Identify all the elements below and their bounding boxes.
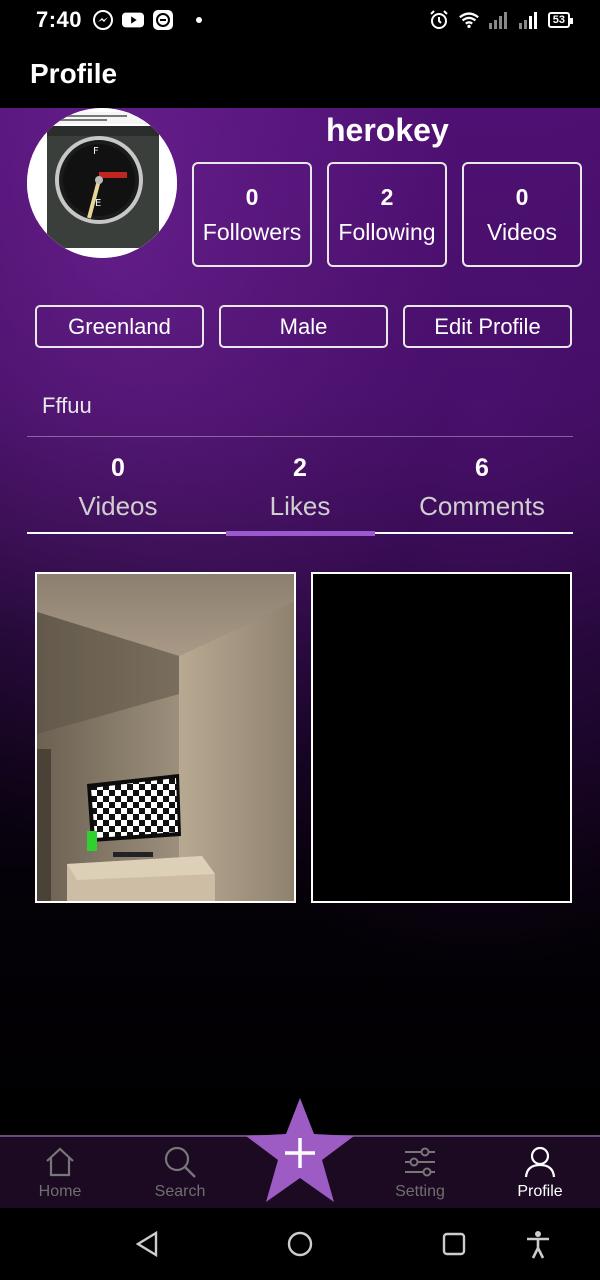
tab-videos-count: 0 bbox=[111, 454, 125, 482]
accessibility-icon[interactable] bbox=[524, 1230, 552, 1260]
followers-stat[interactable]: 0 Followers bbox=[192, 162, 312, 267]
signal-icon-2 bbox=[518, 9, 540, 31]
nav-profile-label: Profile bbox=[517, 1183, 563, 1200]
svg-text:E: E bbox=[95, 198, 101, 209]
following-count: 2 bbox=[380, 183, 394, 210]
videos-stat[interactable]: 0 Videos bbox=[462, 162, 582, 267]
tab-comments-count: 6 bbox=[475, 454, 489, 482]
tab-likes-count: 2 bbox=[293, 454, 307, 482]
system-status-icons: 53 bbox=[428, 9, 574, 31]
nav-setting-label: Setting bbox=[395, 1183, 445, 1200]
following-stat[interactable]: 2 Following bbox=[327, 162, 447, 267]
nav-home-label: Home bbox=[38, 1183, 82, 1200]
location-pill[interactable]: Greenland bbox=[35, 305, 204, 348]
app-header: Profile bbox=[0, 40, 600, 108]
recents-icon[interactable] bbox=[441, 1230, 467, 1258]
divider bbox=[27, 436, 573, 437]
tab-comments-label: Comments bbox=[419, 491, 545, 521]
wifi-icon bbox=[458, 9, 480, 31]
home-icon bbox=[46, 1147, 74, 1177]
signal-icon-1 bbox=[488, 9, 510, 31]
videos-label: Videos bbox=[487, 218, 557, 245]
profile-icon bbox=[524, 1146, 556, 1178]
nav-setting[interactable]: Setting bbox=[360, 1137, 480, 1208]
avatar-image: F E bbox=[27, 108, 177, 258]
tab-comments[interactable]: 6 Comments bbox=[391, 452, 573, 536]
nav-search-label: Search bbox=[154, 1183, 206, 1200]
tab-videos-label: Videos bbox=[78, 491, 158, 521]
status-bar: 7:40 53 bbox=[0, 0, 600, 40]
search-icon bbox=[164, 1146, 196, 1178]
tab-likes-label: Likes bbox=[269, 491, 331, 521]
active-tab-indicator bbox=[226, 531, 375, 536]
settings-sliders-icon bbox=[405, 1147, 435, 1177]
avatar[interactable]: F E bbox=[27, 108, 177, 258]
app-notification-icon bbox=[152, 9, 174, 31]
bio-text: Fffuu bbox=[42, 393, 92, 418]
followers-label: Followers bbox=[202, 218, 302, 245]
videos-count: 0 bbox=[515, 183, 529, 210]
add-video-button[interactable] bbox=[244, 1098, 356, 1203]
youtube-icon bbox=[122, 9, 145, 31]
gender-pill[interactable]: Male bbox=[219, 305, 388, 348]
followers-count: 0 bbox=[245, 183, 259, 210]
tab-likes[interactable]: 2 Likes bbox=[209, 452, 391, 536]
username: herokey bbox=[326, 112, 449, 148]
notification-icons bbox=[92, 9, 203, 31]
messenger-icon bbox=[92, 9, 114, 31]
page-title: Profile bbox=[30, 58, 118, 89]
edit-profile-button[interactable]: Edit Profile bbox=[403, 305, 572, 348]
nav-home[interactable]: Home bbox=[0, 1137, 120, 1208]
svg-text:F: F bbox=[93, 146, 99, 157]
video-thumbnail-2[interactable] bbox=[311, 572, 572, 903]
nav-search[interactable]: Search bbox=[120, 1137, 240, 1208]
nav-profile[interactable]: Profile bbox=[480, 1137, 600, 1208]
room-tv-thumbnail-image bbox=[37, 574, 294, 901]
following-label: Following bbox=[338, 218, 436, 245]
status-time: 7:40 bbox=[36, 7, 83, 32]
profile-tabs: 0 Videos 2 Likes 6 Comments bbox=[27, 452, 573, 536]
video-thumbnail[interactable] bbox=[35, 572, 296, 903]
alarm-icon bbox=[428, 9, 450, 31]
more-notifications-dot bbox=[196, 17, 203, 23]
back-icon[interactable] bbox=[134, 1230, 160, 1258]
home-circle-icon[interactable] bbox=[286, 1230, 314, 1258]
tab-videos[interactable]: 0 Videos bbox=[27, 452, 209, 536]
battery-icon: 53 bbox=[547, 12, 574, 28]
